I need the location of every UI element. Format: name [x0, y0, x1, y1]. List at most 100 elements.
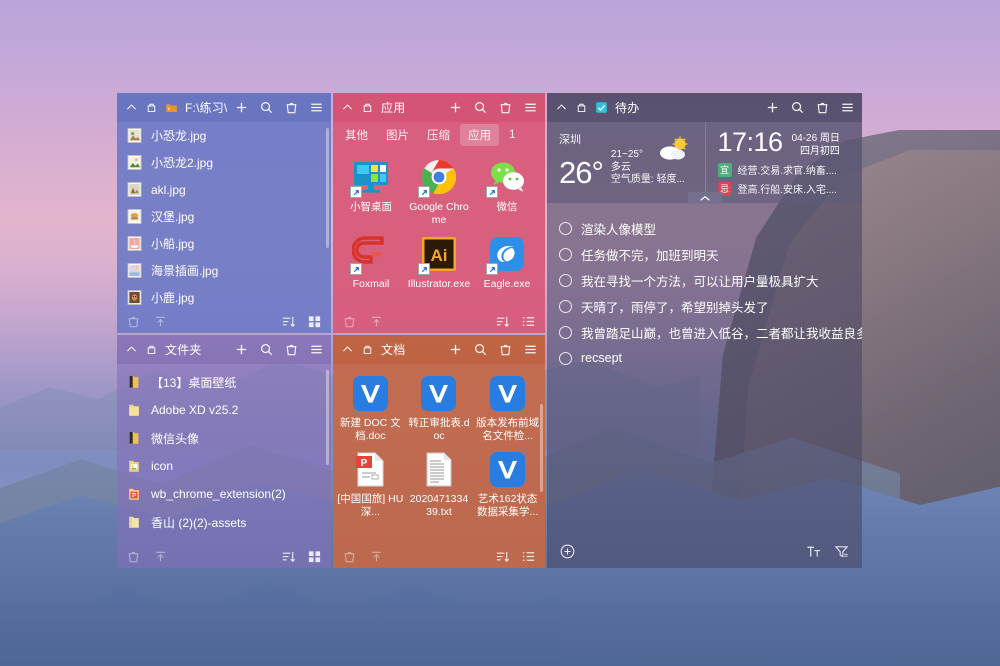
apps-tab-bar[interactable]: 其他 图片 压缩 应用 1: [333, 122, 545, 148]
list-item[interactable]: Adobe XD v25.2: [117, 396, 331, 424]
list-item[interactable]: 【13】桌面壁纸: [117, 368, 331, 396]
panel-todo[interactable]: 待办 深圳: [547, 93, 862, 568]
menu-icon[interactable]: [840, 100, 855, 115]
todo-checkbox[interactable]: [559, 352, 572, 365]
list-item[interactable]: 任务做不完，加班到明天: [547, 241, 862, 267]
folders-scrollbar[interactable]: [326, 370, 329, 465]
search-icon[interactable]: [259, 100, 274, 115]
list-view-icon[interactable]: [521, 549, 536, 564]
trash-icon[interactable]: [815, 100, 830, 115]
list-item[interactable]: 我在寻找一个方法，可以让用户量极具扩大: [547, 267, 862, 293]
panel-todo-body[interactable]: 深圳 26° 21~25° 多云: [547, 122, 862, 534]
grid-view-icon[interactable]: [307, 314, 322, 329]
files-list[interactable]: 小恐龙.jpg 小恐龙2.jpg akl.jpg: [117, 122, 331, 309]
doc-item[interactable]: 新建 DOC 文档.doc: [336, 373, 405, 449]
clock-almanac-widget[interactable]: 17:16 04-26 周日 四月初四 宜 经营.交易.求官.纳畜.... 忌 …: [705, 122, 863, 203]
sort-icon[interactable]: [495, 549, 510, 564]
upload-icon[interactable]: [153, 314, 168, 329]
tab-other[interactable]: 其他: [337, 124, 376, 146]
list-item[interactable]: 香山 (2)(2)-assets: [117, 508, 331, 536]
search-icon[interactable]: [473, 342, 488, 357]
panel-files-body[interactable]: 小恐龙.jpg 小恐龙2.jpg akl.jpg: [117, 122, 331, 309]
panel-folders[interactable]: 文件夹 【13】桌面壁纸: [117, 335, 331, 568]
app-item[interactable]: 微信: [473, 155, 541, 230]
menu-icon[interactable]: [309, 100, 324, 115]
panel-apps-body[interactable]: 其他 图片 压缩 应用 1: [333, 122, 545, 309]
tab-apps[interactable]: 应用: [460, 124, 499, 146]
doc-item[interactable]: 2020471334 39.txt: [405, 449, 474, 525]
list-item[interactable]: akl.jpg: [117, 176, 331, 203]
chevron-up-icon[interactable]: [125, 101, 138, 114]
folders-list[interactable]: 【13】桌面壁纸 Adobe XD v25.2 微信头像: [117, 364, 331, 536]
trash-icon[interactable]: [342, 314, 357, 329]
todo-checkbox[interactable]: [559, 300, 572, 313]
panel-docs-body[interactable]: 新建 DOC 文档.doc 转正审批表.doc 版本发布前域名文件检...: [333, 364, 545, 544]
search-icon[interactable]: [790, 100, 805, 115]
trash-icon[interactable]: [126, 314, 141, 329]
apps-grid[interactable]: 小智桌面: [333, 148, 545, 295]
tab-archives[interactable]: 压缩: [419, 124, 458, 146]
list-item[interactable]: 海景插画.jpg: [117, 257, 331, 284]
chevron-up-icon[interactable]: [341, 101, 354, 114]
todo-checkbox[interactable]: [559, 326, 572, 339]
pin-icon[interactable]: [145, 343, 158, 356]
trash-icon[interactable]: [284, 342, 299, 357]
todo-checkbox[interactable]: [559, 222, 572, 235]
todo-checkbox[interactable]: [559, 248, 572, 261]
menu-icon[interactable]: [523, 342, 538, 357]
menu-icon[interactable]: [309, 342, 324, 357]
upload-icon[interactable]: [369, 549, 384, 564]
todo-list[interactable]: 渲染人像模型 任务做不完，加班到明天 我在寻找一个方法，可以让用户量极具扩大 天…: [547, 203, 862, 371]
trash-icon[interactable]: [342, 549, 357, 564]
upload-icon[interactable]: [369, 314, 384, 329]
todo-checkbox[interactable]: [559, 274, 572, 287]
doc-item[interactable]: 版本发布前域名文件检...: [473, 373, 542, 449]
plus-icon[interactable]: [234, 100, 249, 115]
list-item[interactable]: 小鹿.jpg: [117, 284, 331, 309]
plus-icon[interactable]: [234, 342, 249, 357]
list-item[interactable]: icon: [117, 452, 331, 480]
weather-widget[interactable]: 深圳 26° 21~25° 多云: [547, 122, 705, 203]
collapse-widget-button[interactable]: [688, 192, 722, 204]
list-item[interactable]: 小船.jpg: [117, 230, 331, 257]
chevron-up-icon[interactable]: [555, 101, 568, 114]
text-size-icon[interactable]: [806, 544, 821, 559]
list-item[interactable]: 微信头像: [117, 424, 331, 452]
panel-files[interactable]: F:\练习\J...: [117, 93, 331, 333]
list-item[interactable]: wb_chrome_extension(2): [117, 480, 331, 508]
app-item[interactable]: Google Chrome: [405, 155, 473, 230]
upload-icon[interactable]: [153, 549, 168, 564]
trash-icon[interactable]: [126, 549, 141, 564]
app-item[interactable]: Foxmail: [337, 232, 405, 295]
list-item[interactable]: recsept: [547, 345, 862, 371]
trash-icon[interactable]: [498, 342, 513, 357]
panel-docs[interactable]: 文档 新: [333, 335, 545, 568]
add-circle-icon[interactable]: [560, 544, 575, 559]
pin-icon[interactable]: [575, 101, 588, 114]
pin-icon[interactable]: [361, 101, 374, 114]
files-scrollbar[interactable]: [326, 128, 329, 248]
pin-icon[interactable]: [145, 101, 158, 114]
plus-icon[interactable]: [448, 342, 463, 357]
list-item[interactable]: 汉堡.jpg: [117, 203, 331, 230]
trash-icon[interactable]: [498, 100, 513, 115]
panel-apps[interactable]: 应用 其他 图片 压缩 应用 1: [333, 93, 545, 333]
filter-icon[interactable]: [834, 544, 849, 559]
panel-folders-body[interactable]: 【13】桌面壁纸 Adobe XD v25.2 微信头像: [117, 364, 331, 544]
search-icon[interactable]: [259, 342, 274, 357]
chevron-up-icon[interactable]: [125, 343, 138, 356]
docs-scrollbar[interactable]: [540, 404, 543, 492]
menu-icon[interactable]: [523, 100, 538, 115]
doc-item[interactable]: 转正审批表.doc: [405, 373, 474, 449]
plus-icon[interactable]: [448, 100, 463, 115]
grid-view-icon[interactable]: [307, 549, 322, 564]
docs-grid[interactable]: 新建 DOC 文档.doc 转正审批表.doc 版本发布前域名文件检...: [333, 364, 545, 525]
doc-item[interactable]: 艺术162状态数据采集学...: [473, 449, 542, 525]
tab-images[interactable]: 图片: [378, 124, 417, 146]
sort-icon[interactable]: [281, 549, 296, 564]
plus-icon[interactable]: [765, 100, 780, 115]
search-icon[interactable]: [473, 100, 488, 115]
list-item[interactable]: 小恐龙2.jpg: [117, 149, 331, 176]
app-item[interactable]: Eagle.exe: [473, 232, 541, 295]
app-item[interactable]: Ai Illustrator.exe: [405, 232, 473, 295]
